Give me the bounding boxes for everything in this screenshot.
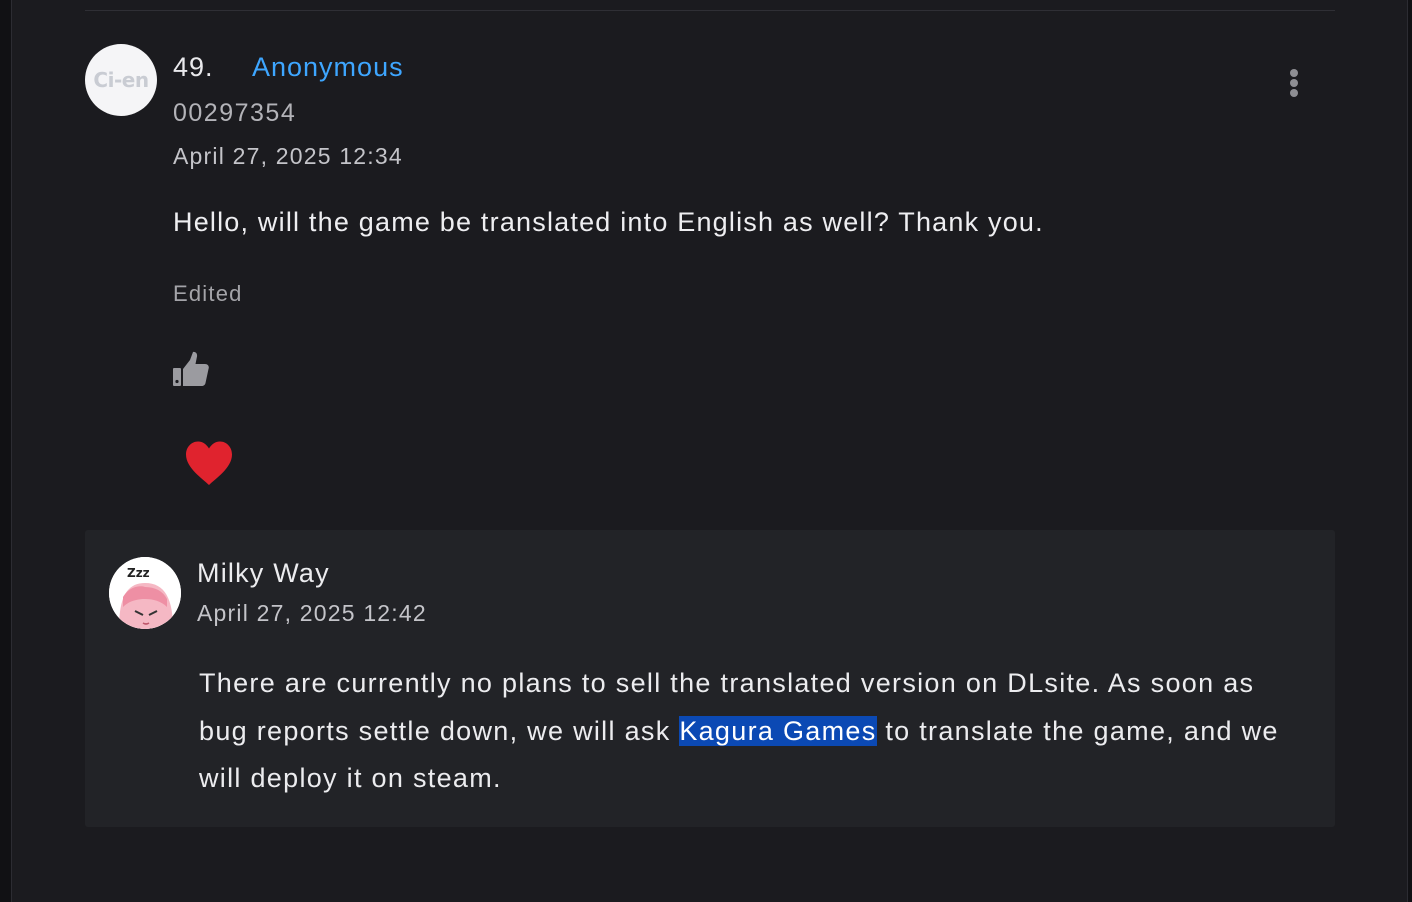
reply-timestamp: April 27, 2025 12:42 bbox=[197, 600, 427, 626]
divider bbox=[85, 10, 1335, 11]
dot bbox=[1290, 89, 1298, 97]
user-id: 00297354 bbox=[173, 99, 297, 127]
reply-author-name[interactable]: Milky Way bbox=[197, 558, 330, 589]
thumbs-up-icon[interactable] bbox=[172, 350, 212, 390]
author-link[interactable]: Anonymous bbox=[252, 52, 404, 83]
comment-panel: Ci-en 49. Anonymous 00297354 April 27, 2… bbox=[11, 0, 1408, 902]
comment-body: Hello, will the game be translated into … bbox=[173, 207, 1044, 237]
selected-text: Kagura Games bbox=[679, 715, 877, 746]
comment-timestamp: April 27, 2025 12:34 bbox=[173, 143, 403, 169]
avatar[interactable]: Zzz bbox=[109, 557, 181, 629]
more-options-icon[interactable] bbox=[1282, 66, 1306, 100]
heart-icon[interactable] bbox=[184, 438, 234, 488]
svg-text:Zzz: Zzz bbox=[127, 566, 150, 580]
avatar-logo-text: Ci-en bbox=[93, 68, 149, 92]
avatar[interactable]: Ci-en bbox=[85, 44, 157, 116]
dot bbox=[1290, 69, 1298, 77]
edited-label: Edited bbox=[173, 281, 243, 306]
reply-body: There are currently no plans to sell the… bbox=[199, 660, 1309, 803]
author-reply: Zzz Milky Way April 27, 2025 12:42 There… bbox=[85, 530, 1335, 827]
dot bbox=[1290, 79, 1298, 87]
comment-number: 49. bbox=[173, 52, 214, 82]
